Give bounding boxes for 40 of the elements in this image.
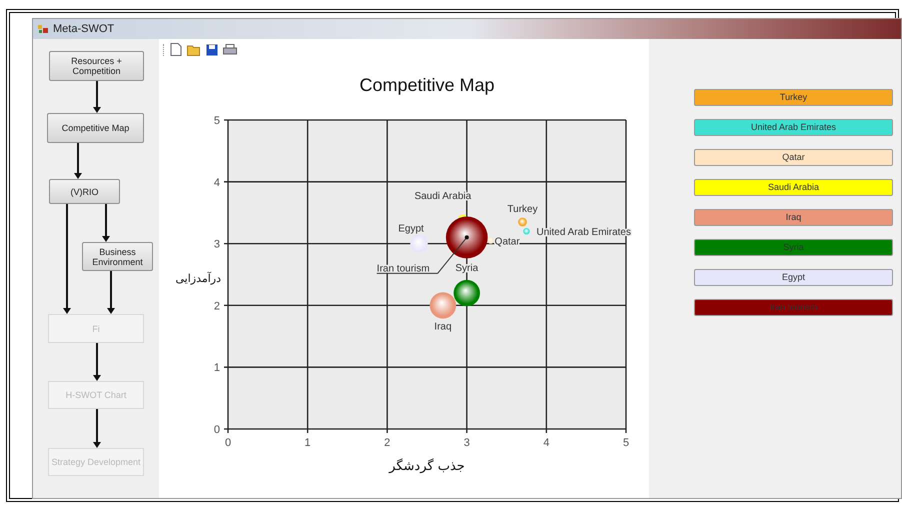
tick-label: 1 <box>304 437 311 449</box>
flow-arrow <box>93 81 101 113</box>
flow-arrow <box>107 271 115 314</box>
flow-arrow <box>74 143 82 179</box>
tick-label: 3 <box>214 238 220 251</box>
tick-label: 5 <box>622 437 630 449</box>
flow-arrow <box>93 409 101 448</box>
tick-label: 0 <box>224 437 232 449</box>
legend-button[interactable]: Saudi Arabia <box>694 179 893 196</box>
app-icon <box>37 23 49 35</box>
axis-title: درآمدزایی <box>175 272 221 285</box>
tick-label: 5 <box>214 115 220 127</box>
flow-arrow <box>93 343 101 381</box>
axis-title: جذب گردشگر <box>389 459 465 474</box>
legend-button[interactable]: Iraq <box>694 209 893 226</box>
point-label: Egypt <box>398 224 424 235</box>
folder-icon[interactable] <box>187 44 201 56</box>
legend-button[interactable]: Egypt <box>694 269 893 286</box>
tick-label: 0 <box>214 424 220 436</box>
tick-label: 2 <box>214 300 220 312</box>
tick-label: 3 <box>464 437 470 449</box>
tick-label: 4 <box>214 176 220 189</box>
point-label: Turkey <box>507 204 538 215</box>
chart-title: Competitive Map <box>359 75 495 95</box>
legend-button[interactable]: Qatar <box>694 149 893 166</box>
window-title: Meta-SWOT <box>53 22 114 37</box>
tick-label: 2 <box>384 437 390 449</box>
flow-button[interactable]: Resources + Competition <box>49 51 144 81</box>
flow-arrow <box>102 204 110 242</box>
save-icon[interactable] <box>206 44 218 56</box>
new-file-icon[interactable] <box>170 43 182 56</box>
flow-button[interactable]: (V)RIO <box>49 179 120 204</box>
tick-label: 4 <box>543 437 550 449</box>
flow-button[interactable]: Competitive Map <box>47 113 144 143</box>
print-icon[interactable] <box>223 44 237 56</box>
legend-button[interactable]: United Arab Emirates <box>694 119 893 136</box>
flow-button[interactable]: Business Environment <box>82 242 153 271</box>
legend-button[interactable]: Turkey <box>694 89 893 106</box>
point-label: Iraq <box>434 321 452 332</box>
tick-label: 1 <box>214 362 220 374</box>
